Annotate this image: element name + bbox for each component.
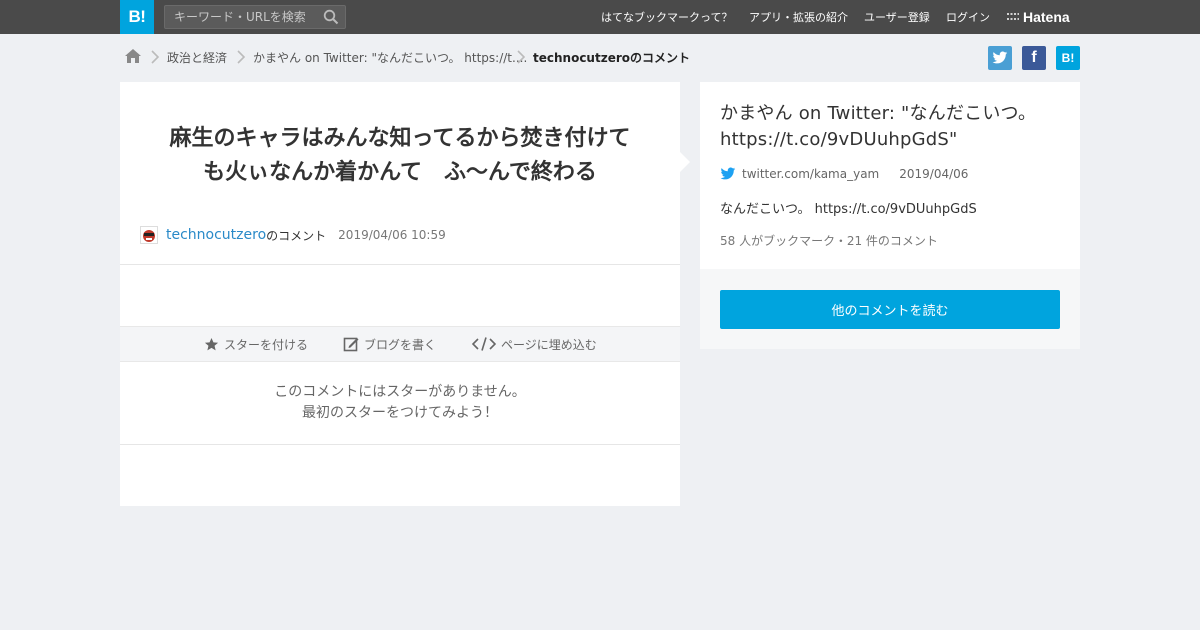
chevron-right-icon [517, 50, 526, 64]
hatena-bookmark-icon: B! [1061, 51, 1075, 65]
hatena-brand-logo[interactable]: Hatena [1006, 8, 1070, 26]
action-bar: スターを付ける ブログを書く ページに埋め込む [120, 326, 680, 362]
twitter-icon [992, 51, 1008, 64]
write-blog-button[interactable]: ブログを書く [343, 327, 436, 361]
breadcrumb-entry[interactable]: かまやん on Twitter: "なんだこいつ。 https://t.... [253, 47, 527, 67]
nav-signup[interactable]: ユーザー登録 [864, 0, 930, 34]
embed-button[interactable]: ページに埋め込む [472, 327, 597, 361]
chevron-right-icon [151, 50, 160, 64]
breadcrumb-current: technocutzeroのコメント [533, 50, 690, 65]
nav-about[interactable]: はてなブックマークって？ [601, 0, 732, 34]
avatar[interactable] [140, 226, 158, 244]
add-star-button[interactable]: スターを付ける [204, 327, 308, 361]
entry-source[interactable]: twitter.com/kama_yam [742, 167, 879, 181]
code-icon [472, 337, 496, 351]
share-hatena-button[interactable]: B! [1056, 46, 1080, 70]
read-other-comments-button[interactable]: 他のコメントを読む [720, 290, 1060, 329]
chevron-right-icon [237, 50, 246, 64]
hatena-brand-text: Hatena [1023, 9, 1070, 25]
divider [120, 444, 680, 445]
nav-login[interactable]: ログイン [946, 0, 990, 34]
comment-meta: technocutzero のコメント 2019/04/06 10:59 [140, 226, 446, 244]
nav-apps[interactable]: アプリ・拡張の紹介 [749, 0, 848, 34]
entry-stats[interactable]: 58 人がブックマーク・21 件のコメント [720, 232, 938, 249]
breadcrumb-category[interactable]: 政治と経済 [167, 47, 227, 67]
twitter-icon [720, 167, 736, 180]
comment-user-link[interactable]: technocutzero [166, 227, 266, 243]
star-icon [204, 337, 219, 350]
hatena-bookmark-logo[interactable]: B! [120, 0, 154, 34]
card-pointer [680, 152, 690, 172]
search-icon[interactable] [323, 9, 339, 25]
no-star-message: このコメントにはスターがありません。 最初のスターをつけてみよう！ [274, 384, 526, 421]
entry-description: なんだこいつ。 https://t.co/9vDUuhpGdS [720, 202, 977, 217]
entry-date: 2019/04/06 [899, 167, 969, 181]
share-facebook-button[interactable]: f [1022, 46, 1046, 70]
edit-icon [343, 337, 359, 352]
facebook-icon: f [1031, 49, 1037, 66]
search-input[interactable] [165, 6, 315, 28]
entry-title[interactable]: かまやん on Twitter: "なんだこいつ。 https://t.co/9… [720, 101, 1065, 153]
comment-user-suffix: のコメント [266, 228, 327, 243]
comment-date[interactable]: 2019/04/06 10:59 [338, 228, 446, 242]
entry-meta: twitter.com/kama_yam 2019/04/06 [720, 166, 968, 182]
search-box [164, 5, 346, 29]
divider [120, 264, 680, 265]
hatena-mark-icon [1007, 13, 1019, 20]
comment-text: 麻生のキャラはみんな知ってるから焚き付けて も火ぃなんか着かんて ふ～んで終わる [169, 126, 631, 185]
home-icon[interactable] [124, 48, 142, 64]
share-twitter-button[interactable] [988, 46, 1012, 70]
